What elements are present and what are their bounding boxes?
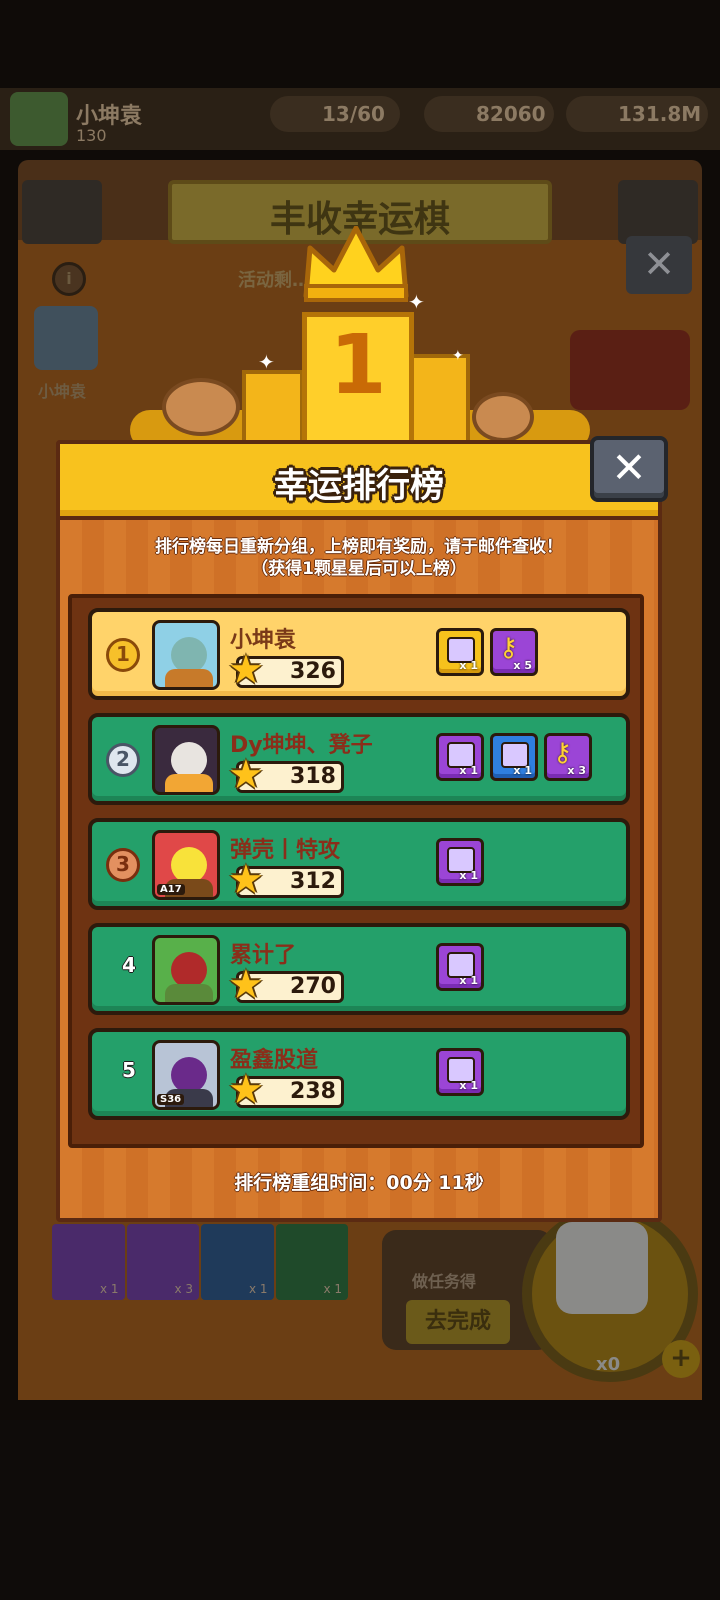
reward-key-icon[interactable]: ⚷ x 3: [544, 733, 592, 781]
close-button[interactable]: ✕: [590, 436, 668, 502]
hay-bale-icon: [472, 392, 534, 442]
rank-number: 5: [122, 1058, 136, 1082]
avatar-head: [171, 1057, 207, 1093]
score-value: 238: [290, 1079, 336, 1104]
info-icon: i: [52, 262, 86, 296]
sparkle-icon: ✦: [408, 290, 425, 314]
board-player-avatar: [34, 306, 98, 370]
star-icon: ★: [228, 962, 264, 1008]
reward-quantity: x 1: [513, 764, 532, 777]
item-slot: x 3: [126, 1224, 199, 1300]
star-icon: ★: [228, 647, 264, 693]
reward-chest-icon[interactable]: x 1: [436, 733, 484, 781]
leaderboard-modal: 幸运排行榜 排行榜每日重新分组，上榜即有奖励，请于邮件查收！ （获得1颗星星后可…: [56, 440, 662, 1222]
rank-number: 4: [122, 953, 136, 977]
player-avatar[interactable]: [152, 725, 220, 795]
reward-quantity: x 1: [459, 1079, 478, 1092]
rank-medal: 2: [106, 743, 140, 777]
leaderboard-row[interactable]: 5 S36 盈鑫股道 238 ★ x 1: [88, 1028, 630, 1120]
player-avatar[interactable]: [152, 935, 220, 1005]
player-avatar[interactable]: A17: [152, 830, 220, 900]
avatar-head: [171, 847, 207, 883]
leaderboard-list: 1 小坤袁 326 ★ x 1 ⚷ x 5 2 Dy坤坤、凳子 318 ★ x 1x 1 ⚷ x 3 3 A1…: [68, 594, 644, 1148]
star-icon: ★: [228, 752, 264, 798]
player-avatar[interactable]: [152, 620, 220, 690]
podium-number: 1: [329, 318, 387, 413]
podium-third-block: [410, 354, 470, 448]
item-quantity: x 1: [323, 1282, 342, 1296]
item-quantity: x 1: [99, 1282, 119, 1296]
reward-quantity: x 1: [459, 659, 478, 672]
player-avatar[interactable]: S36: [152, 1040, 220, 1110]
tractor-decoration: [570, 330, 690, 410]
score-value: 270: [290, 974, 336, 999]
reward-quantity: x 1: [459, 764, 478, 777]
key-icon: ⚷: [499, 633, 519, 663]
chest-button: [618, 180, 698, 244]
dice-count: x0: [596, 1354, 621, 1375]
reward-chest-icon[interactable]: x 1: [490, 733, 538, 781]
avatar-body: [165, 774, 213, 792]
leaderboard-row[interactable]: 4 累计了 270 ★ x 1: [88, 923, 630, 1015]
gold-counter: 131.8M: [566, 96, 708, 132]
player-level: 130: [76, 126, 107, 145]
reward-chest-icon[interactable]: x 1: [436, 1048, 484, 1096]
item-slot: x 1: [201, 1224, 274, 1300]
menu-button: [22, 180, 102, 244]
avatar-badge: A17: [157, 884, 185, 895]
notice-line-1: 排行榜每日重新分组，上榜即有奖励，请于邮件查收！: [155, 537, 563, 557]
crown-icon: [303, 226, 409, 302]
avatar-head: [171, 637, 207, 673]
reward-quantity: x 1: [459, 869, 478, 882]
score-value: 312: [290, 869, 336, 894]
reward-quantity: x 3: [567, 764, 586, 777]
score-value: 318: [290, 764, 336, 789]
avatar-head: [171, 952, 207, 988]
reward-chest-icon[interactable]: x 1: [436, 943, 484, 991]
reward-quantity: x 1: [459, 974, 478, 987]
leaderboard-row[interactable]: 3 A17 弹壳丨特攻 312 ★ x 1: [88, 818, 630, 910]
reward-chest-icon[interactable]: x 1: [436, 628, 484, 676]
star-icon: ★: [228, 1067, 264, 1113]
sparkle-icon: ✦: [452, 348, 464, 364]
key-icon: ⚷: [553, 738, 573, 768]
bottom-nav-bar: [0, 1420, 720, 1600]
podium-second-block: [242, 370, 304, 448]
avatar-head: [171, 742, 207, 778]
sparkle-icon: ✦: [258, 350, 275, 374]
item-slot: x 1: [275, 1224, 348, 1300]
reward-key-icon[interactable]: ⚷ x 5: [490, 628, 538, 676]
event-close-icon: ✕: [626, 236, 692, 294]
gem-counter: 82060: [424, 96, 554, 132]
modal-title: 幸运排行榜: [274, 466, 444, 506]
reset-timer: 排行榜重组时间：00分 11秒: [234, 1172, 484, 1194]
avatar-body: [165, 669, 213, 687]
modal-header: 幸运排行榜: [56, 440, 662, 520]
board-player-name: 小坤袁: [38, 382, 87, 401]
player-avatar: [10, 92, 68, 146]
avatar-badge: S36: [157, 1094, 185, 1105]
item-quantity: x 3: [174, 1282, 193, 1296]
avatar-body: [165, 984, 213, 1002]
item-slot: x 1: [52, 1224, 125, 1300]
add-dice-icon: +: [662, 1340, 700, 1378]
star-icon: ★: [228, 857, 264, 903]
leaderboard-row[interactable]: 2 Dy坤坤、凳子 318 ★ x 1x 1 ⚷ x 3: [88, 713, 630, 805]
task-label: 做任务得: [412, 1272, 477, 1291]
notice-line-2: （获得1颗星星后可以上榜）: [251, 559, 467, 579]
reward-quantity: x 5: [513, 659, 532, 672]
go-complete-button: 去完成: [406, 1300, 510, 1344]
score-value: 326: [290, 659, 336, 684]
game-screen: 小坤袁 130 13/60 82060 131.8M 丰收幸运棋 活动剩… 分 …: [0, 0, 720, 1600]
dice-icon: [556, 1222, 648, 1314]
leaderboard-row[interactable]: 1 小坤袁 326 ★ x 1 ⚷ x 5: [88, 608, 630, 700]
rank-medal: 1: [106, 638, 140, 672]
rank-medal: 3: [106, 848, 140, 882]
item-quantity: x 1: [248, 1282, 268, 1296]
leaderboard-notice: 排行榜每日重新分组，上榜即有奖励，请于邮件查收！ （获得1颗星星后可以上榜）: [60, 536, 658, 580]
stamina-counter: 13/60: [270, 96, 400, 132]
hay-bale-icon: [162, 378, 240, 436]
reward-chest-icon[interactable]: x 1: [436, 838, 484, 886]
item-bar: x 1 x 3 x 1 x 1: [52, 1224, 348, 1300]
